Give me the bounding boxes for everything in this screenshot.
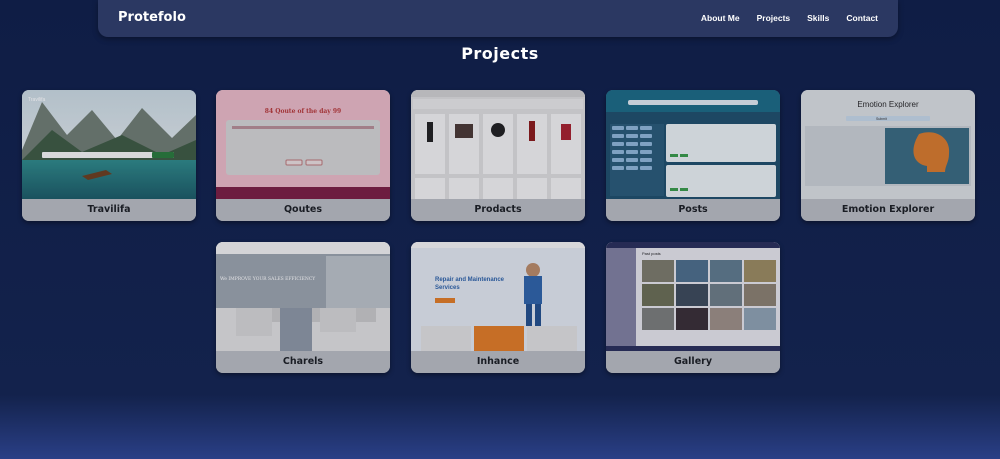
project-card-gallery[interactable]: Past posts Gallery	[606, 242, 780, 373]
nav-link-about[interactable]: About Me	[701, 13, 740, 23]
project-card-posts[interactable]: Posts	[606, 90, 780, 221]
project-card-emotion-explorer[interactable]: Emotion Explorer Submit Emotion Explorer	[801, 90, 975, 221]
navbar: Protefolo About Me Projects Skills Conta…	[98, 0, 898, 37]
project-card-prodacts[interactable]: Prodacts	[411, 90, 585, 221]
project-card-inhance[interactable]: Repair and Maintenance Services Inhance	[411, 242, 585, 373]
nav-link-contact[interactable]: Contact	[846, 13, 878, 23]
thumb-heading: Past posts	[642, 251, 661, 256]
card-label: Travilifa	[22, 199, 196, 221]
project-thumbnail	[606, 90, 780, 199]
thumb-title: Emotion Explorer	[857, 100, 919, 109]
project-thumbnail	[411, 90, 585, 199]
nav-links: About Me Projects Skills Contact	[701, 13, 878, 23]
thumb-heading: Repair and Maintenance Services	[435, 277, 505, 291]
card-label: Emotion Explorer	[801, 199, 975, 221]
thumb-brand: Travilifa	[28, 97, 46, 103]
project-card-charels[interactable]: We IMPROVE YOUR SALES EFFICIENCY Charels	[216, 242, 390, 373]
thumb-heading: 84 Qoute of the day 99	[264, 108, 342, 115]
card-label: Prodacts	[411, 199, 585, 221]
nav-link-projects[interactable]: Projects	[757, 13, 791, 23]
thumb-button: Submit	[876, 117, 887, 121]
card-label: Qoutes	[216, 199, 390, 221]
card-label: Posts	[606, 199, 780, 221]
project-thumbnail: Travilifa	[22, 90, 196, 199]
project-card-qoutes[interactable]: 84 Qoute of the day 99 Qoutes	[216, 90, 390, 221]
card-label: Inhance	[411, 351, 585, 373]
section-title: Projects	[461, 44, 539, 63]
project-thumbnail: Repair and Maintenance Services	[411, 242, 585, 351]
card-label: Gallery	[606, 351, 780, 373]
brand-logo[interactable]: Protefolo	[118, 10, 186, 25]
project-thumbnail: Emotion Explorer Submit	[801, 90, 975, 199]
nav-link-skills[interactable]: Skills	[807, 13, 829, 23]
project-card-travilifa[interactable]: Travilifa Travilifa	[22, 90, 196, 221]
project-thumbnail: Past posts	[606, 242, 780, 351]
thumb-heading: We IMPROVE YOUR SALES EFFICIENCY	[220, 277, 316, 282]
project-thumbnail: We IMPROVE YOUR SALES EFFICIENCY	[216, 242, 390, 351]
card-label: Charels	[216, 351, 390, 373]
project-thumbnail: 84 Qoute of the day 99	[216, 90, 390, 199]
